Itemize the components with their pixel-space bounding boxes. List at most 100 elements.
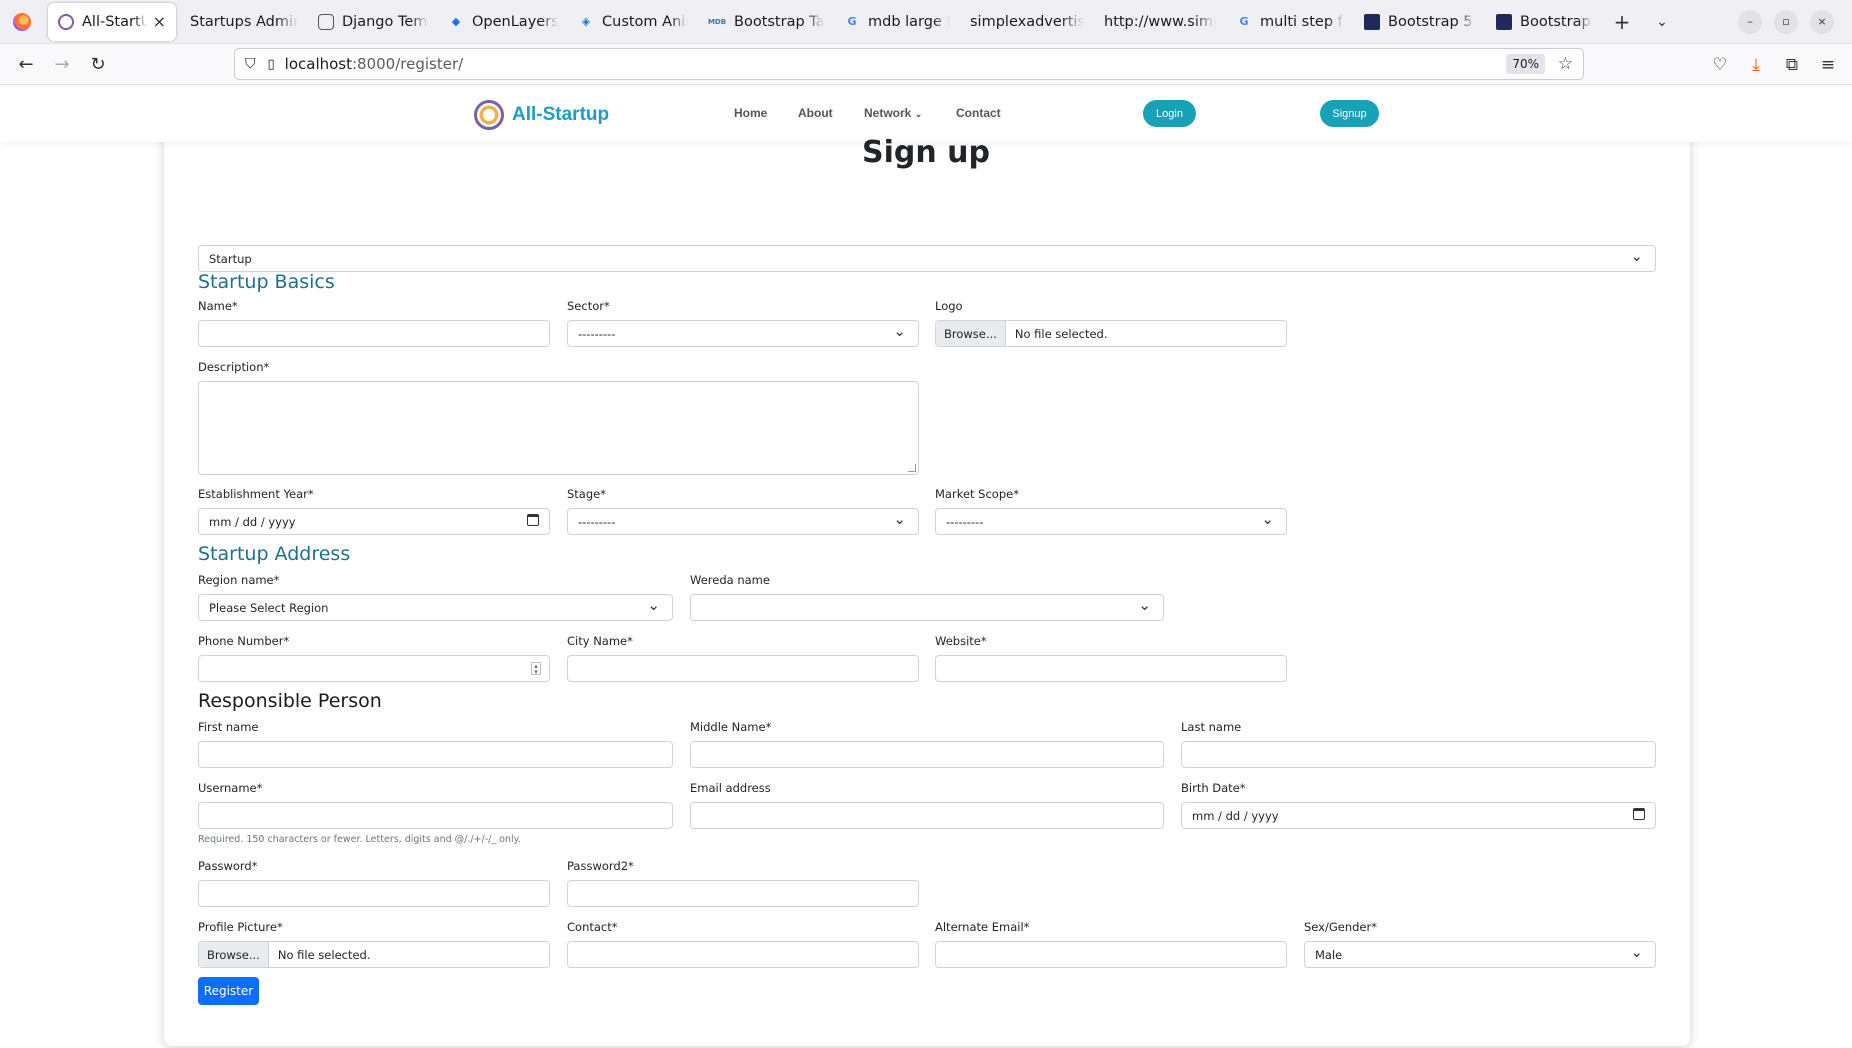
tab-multi-step[interactable]: Gmulti step fo [1226,4,1354,40]
bookmark-star-icon[interactable]: ☆ [1558,54,1573,74]
google-icon: G [847,15,857,28]
username-input[interactable] [198,802,673,829]
password-label: Password* [198,859,258,873]
middle-name-input[interactable] [690,741,1164,768]
toolbar-icons: ♡ ⤓ ⧉ ≡ [1702,44,1852,85]
username-help-text: Required. 150 characters or fewer. Lette… [198,834,521,845]
description-textarea[interactable] [198,381,919,475]
tab-openlayers[interactable]: ◆ OpenLayers [438,4,568,40]
first-name-label: First name [198,720,259,734]
email-input[interactable] [690,802,1164,829]
downloads-icon[interactable]: ⤓ [1738,55,1774,75]
forward-icon[interactable]: → [44,48,80,80]
last-name-input[interactable] [1181,741,1656,768]
firefox-menu-icon[interactable] [0,0,44,44]
minimize-icon[interactable]: – [1738,9,1762,34]
new-tab-icon[interactable]: + [1602,4,1642,40]
number-spinner-icon[interactable]: ▴ ▾ [531,662,541,676]
city-label: City Name* [567,634,633,648]
profile-picture-file-input[interactable]: Browse... No file selected. [198,941,550,968]
list-all-tabs-icon[interactable]: ⌄ [1642,4,1682,40]
site-navbar: All-Startup Home About Network ⌄ Contact… [0,86,1852,142]
description-label: Description* [198,360,270,374]
wereda-select[interactable] [690,594,1164,621]
tab-bootstrap-ta[interactable]: MDB Bootstrap Ta [698,4,834,40]
website-input[interactable] [935,655,1287,682]
wereda-label: Wereda name [690,573,770,587]
brand-name: All-Startup [512,104,610,125]
signup-button[interactable]: Signup [1320,100,1379,127]
tab-all-startup[interactable]: All-StartUp × [48,2,176,41]
first-name-input[interactable] [198,741,673,768]
brand-logo-icon [474,100,504,130]
nav-contact[interactable]: Contact [956,106,1001,120]
tab-django-temp[interactable]: Django Temp [308,4,438,40]
email-label: Email address [690,781,771,795]
sector-label: Sector* [567,299,610,313]
alternate-email-label: Alternate Email* [935,920,1030,934]
resize-grip-icon[interactable] [908,464,916,472]
contact-label: Contact* [567,920,618,934]
tab-startups-admin[interactable]: Startups Admin [180,4,308,40]
tab-bootstrap-5[interactable]: Bootstrap 5 S [1354,4,1486,40]
calendar-icon[interactable] [1633,808,1645,820]
logo-browse-button[interactable]: Browse... [936,321,1006,346]
login-button[interactable]: Login [1143,100,1196,127]
tab-simplexadvertisi[interactable]: simplexadvertisi [960,4,1094,40]
birth-date-input[interactable]: mm / dd / yyyy [1181,802,1656,829]
website-label: Website* [935,634,987,648]
phone-input[interactable]: ▴ ▾ [198,655,550,682]
close-window-icon[interactable]: × [1810,9,1834,34]
tab-simp-url[interactable]: http://www.simp [1094,4,1226,40]
establishment-year-input[interactable]: mm / dd / yyyy [198,508,550,535]
restore-icon[interactable]: ▫ [1774,9,1798,34]
extensions-icon[interactable]: ⧉ [1774,55,1810,75]
browser-navigation-bar: ← → ↻ ⛉ ▯ localhost:8000/register/ 70% ☆… [0,44,1852,85]
section-responsible-person: Responsible Person [198,690,382,712]
browser-tab-strip: All-StartUp × Startups Admin Django Temp… [0,0,1852,44]
layers-icon: ◈ [581,15,591,28]
sex-label: Sex/Gender* [1304,920,1377,934]
brand[interactable]: All-Startup [474,100,609,130]
sector-select[interactable]: --------- [567,320,919,347]
password2-input[interactable] [567,880,919,907]
contact-input[interactable] [567,941,919,968]
region-select[interactable]: Please Select Region [198,594,673,621]
city-input[interactable] [567,655,919,682]
tab-custom-anim[interactable]: ◈Custom Anim [568,4,698,40]
close-tab-icon[interactable]: × [153,12,166,31]
stage-select[interactable]: --------- [567,508,919,535]
hamburger-menu-icon[interactable]: ≡ [1810,55,1846,75]
pocket-icon[interactable]: ♡ [1702,55,1738,75]
page-info-icon[interactable]: ▯ [268,57,275,72]
nav-network[interactable]: Network ⌄ [864,106,922,120]
shield-icon[interactable]: ⛉ [245,56,256,72]
logo-file-input[interactable]: Browse... No file selected. [935,320,1287,347]
stage-label: Stage* [567,487,606,501]
market-scope-select[interactable]: --------- [935,508,1287,535]
zoom-indicator[interactable]: 70% [1506,54,1545,74]
account-type-select[interactable]: Startup [198,245,1656,272]
username-label: Username* [198,781,263,795]
alternate-email-input[interactable] [935,941,1287,968]
chevron-down-icon: ⌄ [914,109,923,119]
back-icon[interactable]: ← [8,48,44,80]
tab-bootstrap-4[interactable]: Bootstrap 4 I [1486,4,1602,40]
tab-mdb-large[interactable]: Gmdb large fo [834,4,960,40]
name-input[interactable] [198,320,550,347]
password-input[interactable] [198,880,550,907]
profile-browse-button[interactable]: Browse... [199,942,269,967]
calendar-icon[interactable] [527,514,539,526]
address-bar[interactable]: ⛉ ▯ localhost:8000/register/ 70% ☆ [234,48,1584,80]
openlayers-icon: ◆ [451,15,461,28]
nav-about[interactable]: About [798,106,833,120]
profile-picture-label: Profile Picture* [198,920,283,934]
reload-icon[interactable]: ↻ [80,48,116,80]
sex-select[interactable]: Male [1304,941,1656,968]
birth-date-label: Birth Date* [1181,781,1246,795]
last-name-label: Last name [1181,720,1242,734]
section-startup-address: Startup Address [198,543,351,565]
nav-home[interactable]: Home [734,106,767,120]
register-button[interactable]: Register [198,977,259,1005]
bootstrap-icon [1496,13,1512,30]
